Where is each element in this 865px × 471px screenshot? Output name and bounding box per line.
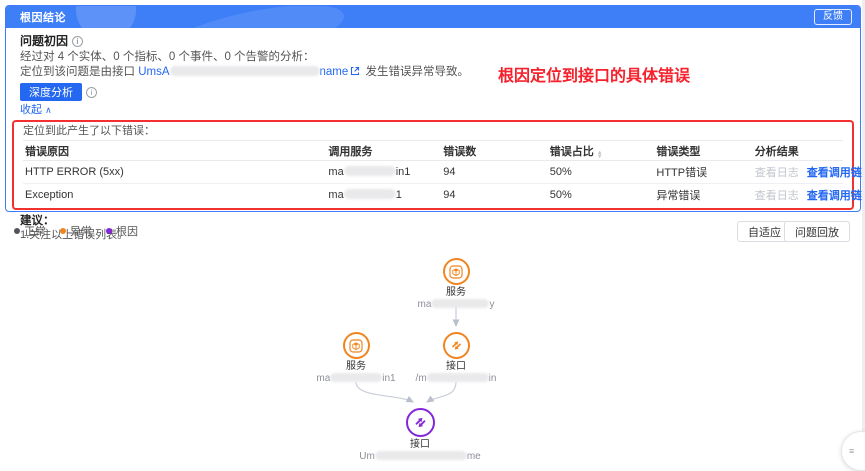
floating-widget-button[interactable]: ≡ <box>841 431 865 471</box>
redacted-node-name <box>431 299 489 308</box>
section-problem-cause: 问题初因 i <box>20 34 846 49</box>
topology-node-interface-root[interactable]: 接口 Umme <box>350 408 490 462</box>
table-row: HTTP ERROR (5xx) main1 94 50% HTTP错误 查看日… <box>23 161 843 184</box>
col-error-ratio: 错误占比▲▼ <box>548 141 655 161</box>
table-header-row: 错误原因 调用服务 错误数 错误占比▲▼ 错误类型 分析结果 <box>23 141 843 161</box>
cell-service: main1 <box>326 161 441 184</box>
info-icon: i <box>86 87 97 98</box>
cell-service: ma1 <box>326 184 441 207</box>
legend-item-normal: 正常 <box>14 223 46 239</box>
interface-link-prefix: UmsA <box>138 66 169 78</box>
node-name: may <box>418 299 495 310</box>
view-log-link[interactable]: 查看日志 <box>755 190 799 202</box>
node-type-label: 接口 <box>446 361 466 372</box>
feedback-button[interactable]: 反馈 <box>814 9 852 25</box>
analysis-summary: 经过对 4 个实体、0 个指标、0 个事件、0 个告警的分析： <box>20 51 846 64</box>
cell-reason: Exception <box>23 184 326 207</box>
annotation-text: 根因定位到接口的具体错误 <box>498 62 690 86</box>
node-type-label: 服务 <box>446 287 466 298</box>
topology-node-interface-mid[interactable]: 接口 /min <box>386 332 526 384</box>
error-table: 错误原因 调用服务 错误数 错误占比▲▼ 错误类型 分析结果 HTTP ERRO… <box>23 140 843 207</box>
panel-header: 根因结论 反馈 <box>6 6 860 28</box>
collapse-link[interactable]: 收起 ∧ <box>20 104 846 117</box>
node-name: Umme <box>359 451 480 462</box>
col-analysis-result: 分析结果 <box>753 141 843 161</box>
interface-link-suffix: name <box>320 66 349 78</box>
service-icon <box>443 258 470 285</box>
errors-intro: 定位到此产生了以下错误： <box>23 124 843 138</box>
cell-type: 异常错误 <box>654 184 752 207</box>
normal-dot-icon <box>14 228 20 234</box>
chevron-up-icon: ∧ <box>45 105 52 115</box>
info-icon: i <box>72 36 83 47</box>
page: 根因结论 反馈 问题初因 i 经过对 4 个实体、0 个指标、0 个事件、0 个告… <box>0 0 865 459</box>
rootcause-dot-icon <box>106 228 112 234</box>
root-cause-panel: 根因结论 反馈 问题初因 i 经过对 4 个实体、0 个指标、0 个事件、0 个告… <box>5 5 861 212</box>
redacted-node-name <box>330 373 382 382</box>
legend-item-abnormal: 异常 <box>60 223 92 239</box>
cell-type: HTTP错误 <box>654 161 752 184</box>
interface-link[interactable]: UmsA name <box>138 66 362 78</box>
service-icon <box>343 332 370 359</box>
deep-analysis-button[interactable]: 深度分析 <box>20 83 82 101</box>
cell-count: 94 <box>441 184 548 207</box>
menu-lines-icon: ≡ <box>849 446 854 456</box>
interface-icon <box>406 408 435 437</box>
view-trace-link[interactable]: 查看调用链 <box>807 167 862 179</box>
table-row: Exception ma1 94 50% 异常错误 查看日志查看调用链 <box>23 184 843 207</box>
legend-item-rootcause: 根因 <box>106 223 138 239</box>
abnormal-dot-icon <box>60 228 66 234</box>
redacted-node-name <box>427 373 489 382</box>
section-title: 问题初因 <box>20 34 68 48</box>
cell-analysis: 查看日志查看调用链 <box>753 161 843 184</box>
view-trace-link[interactable]: 查看调用链 <box>807 190 862 202</box>
suggestion-title: 建议： <box>20 214 846 228</box>
topology-node-service-top[interactable]: 服务 may <box>386 258 526 310</box>
redacted-service-name <box>344 189 396 199</box>
view-log-link[interactable]: 查看日志 <box>755 167 799 179</box>
status-legend: 正常 异常 根因 <box>14 223 138 239</box>
cell-ratio: 50% <box>548 161 655 184</box>
node-name: /min <box>416 373 497 384</box>
cell-count: 94 <box>441 161 548 184</box>
suggestion-item: 1.关注以上错误列表。 <box>20 229 846 242</box>
locate-prefix: 定位到该问题是由接口 <box>20 66 138 78</box>
col-error-reason: 错误原因 <box>23 141 326 161</box>
interface-icon <box>443 332 470 359</box>
node-type-label: 接口 <box>410 439 430 450</box>
cell-reason: HTTP ERROR (5xx) <box>23 161 326 184</box>
panel-body: 问题初因 i 经过对 4 个实体、0 个指标、0 个事件、0 个告警的分析： 定位… <box>6 28 860 242</box>
col-call-service: 调用服务 <box>326 141 441 161</box>
locate-line: 定位到该问题是由接口 UmsA name 发生错误异常导致。 <box>20 66 846 79</box>
redacted-service-name <box>344 166 396 176</box>
cell-analysis: 查看日志查看调用链 <box>753 184 843 207</box>
header-decor-blob <box>153 6 348 28</box>
deep-analysis-row: 深度分析 i <box>20 83 846 101</box>
problem-replay-button[interactable]: 问题回放 <box>784 221 850 242</box>
node-name: main1 <box>316 373 395 384</box>
locate-suffix: 发生错误异常导致。 <box>362 66 469 78</box>
cell-ratio: 50% <box>548 184 655 207</box>
error-highlight-box: 定位到此产生了以下错误： 错误原因 调用服务 错误数 错误占比▲▼ 错误类型 分… <box>12 120 854 210</box>
header-decor-circle <box>76 6 136 28</box>
sort-icon[interactable]: ▲▼ <box>597 151 603 159</box>
redacted-interface-name <box>170 66 320 76</box>
node-type-label: 服务 <box>346 361 366 372</box>
col-error-type: 错误类型 <box>654 141 752 161</box>
panel-title: 根因结论 <box>20 9 66 25</box>
col-error-count: 错误数 <box>441 141 548 161</box>
external-link-icon <box>350 66 360 76</box>
